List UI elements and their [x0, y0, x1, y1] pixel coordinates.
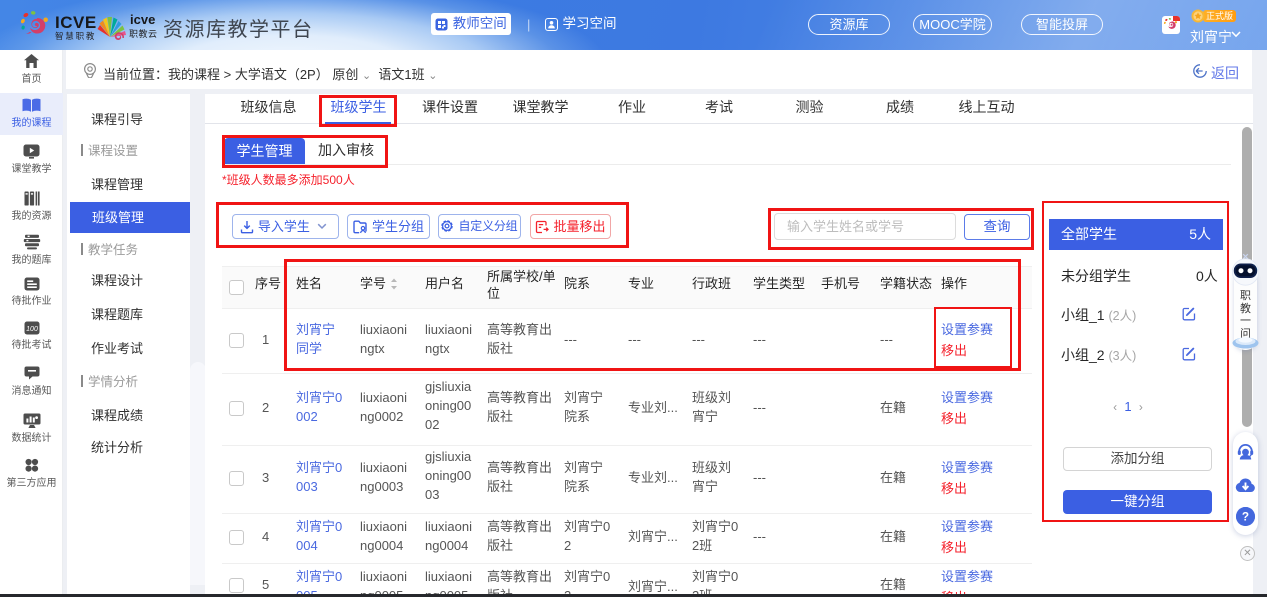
svg-text:?: ?	[1242, 511, 1249, 524]
svg-text:100: 100	[26, 326, 38, 333]
